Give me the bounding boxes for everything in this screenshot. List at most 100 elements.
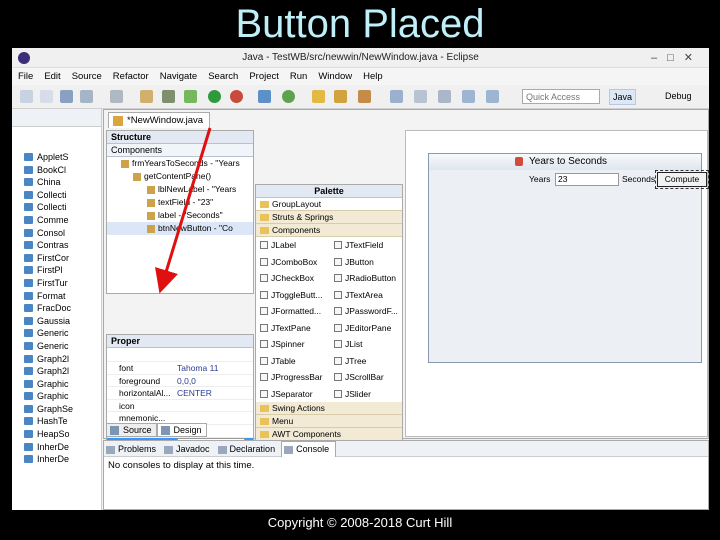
open-type-icon[interactable] xyxy=(140,90,153,103)
package-item[interactable]: HeapSo xyxy=(12,428,101,441)
package-item[interactable]: GraphSe xyxy=(12,403,101,416)
tree-node[interactable]: getContentPane() xyxy=(107,170,253,183)
menu-edit[interactable]: Edit xyxy=(38,68,65,82)
tab-problems[interactable]: Problems xyxy=(104,442,162,458)
design-canvas[interactable]: Years to Seconds Years 23 Seconds Comput… xyxy=(405,130,709,437)
menu-help[interactable]: Help xyxy=(357,68,388,82)
tree-node[interactable]: btnNewButton - "Co xyxy=(107,222,253,235)
perspective-java-button[interactable]: Java xyxy=(609,89,637,105)
years-label[interactable]: Years xyxy=(529,174,550,184)
menu-window[interactable]: Window xyxy=(312,68,357,82)
package-item[interactable]: Collecti xyxy=(12,201,101,214)
package-item[interactable]: AppletS xyxy=(12,151,101,164)
package-item[interactable]: FracDoc xyxy=(12,302,101,315)
package-item[interactable]: Graphic xyxy=(12,378,101,391)
package-item[interactable]: Consol xyxy=(12,227,101,240)
prev-annotation-icon[interactable] xyxy=(438,90,451,103)
print-icon[interactable] xyxy=(110,90,123,103)
new-icon[interactable] xyxy=(20,90,33,103)
menu-refactor[interactable]: Refactor xyxy=(107,68,154,82)
package-item[interactable]: China xyxy=(12,176,101,189)
save-icon[interactable] xyxy=(60,90,73,103)
palette-item[interactable]: JScrollBar xyxy=(334,372,384,382)
window-controls[interactable]: –□✕ xyxy=(651,51,703,64)
editor-tab[interactable]: *NewWindow.java xyxy=(108,112,211,128)
palette-category[interactable]: Struts & Springs xyxy=(256,211,402,224)
palette-item[interactable]: JTree xyxy=(334,356,366,366)
package-item[interactable]: Generic xyxy=(12,327,101,340)
package-item[interactable]: Generic xyxy=(12,340,101,353)
pencil-icon[interactable] xyxy=(334,90,347,103)
package-item[interactable]: FirstTur xyxy=(12,277,101,290)
search-icon[interactable] xyxy=(184,90,197,103)
package-item[interactable]: InherDe xyxy=(12,441,101,454)
pin-icon[interactable] xyxy=(390,90,403,103)
property-value[interactable]: CENTER xyxy=(177,387,245,399)
menu-source[interactable]: Source xyxy=(66,68,107,82)
save-all-icon[interactable] xyxy=(80,90,93,103)
package-item[interactable]: BookCl xyxy=(12,164,101,177)
menu-search[interactable]: Search xyxy=(202,68,243,82)
jframe-preview[interactable]: Years to Seconds Years 23 Seconds Comput… xyxy=(428,153,709,363)
debug-bug-icon[interactable] xyxy=(162,90,175,103)
perspective-debug-button[interactable]: Debug xyxy=(662,89,695,103)
next-annotation-icon[interactable] xyxy=(414,90,427,103)
palette-item[interactable]: JComboBox xyxy=(260,257,317,267)
new-java-project-icon[interactable] xyxy=(258,90,271,103)
menu-file[interactable]: File xyxy=(12,68,38,82)
property-row[interactable]: horizontalAl... CENTER xyxy=(107,387,253,400)
package-item[interactable]: Gaussia xyxy=(12,315,101,328)
package-item[interactable]: InherDe xyxy=(12,453,101,466)
years-text-field[interactable]: 23 xyxy=(555,173,619,186)
menu-navigate[interactable]: Navigate xyxy=(154,68,203,82)
menu-project[interactable]: Project xyxy=(243,68,284,82)
palette-category[interactable]: Components xyxy=(256,224,402,237)
palette-item[interactable]: JList xyxy=(334,339,362,349)
palette-item[interactable]: JTable xyxy=(260,356,296,366)
tree-node[interactable]: frmYearsToSeconds - "Years xyxy=(107,157,253,170)
palette-item[interactable]: JPasswordF... xyxy=(334,306,398,316)
seconds-label[interactable]: Seconds xyxy=(622,174,655,184)
palette-item[interactable]: JTextArea xyxy=(334,290,383,300)
back-icon[interactable] xyxy=(462,90,475,103)
compute-button[interactable]: Compute xyxy=(655,170,709,189)
palette-item[interactable]: JCheckBox xyxy=(260,273,314,283)
new-class-icon[interactable] xyxy=(282,90,295,103)
package-item[interactable]: Graph2l xyxy=(12,353,101,366)
tab-javadoc[interactable]: Javadoc xyxy=(162,442,216,458)
palette-category[interactable]: Swing Actions xyxy=(256,402,402,415)
palette-item[interactable]: JButton xyxy=(334,257,374,267)
forward-icon[interactable] xyxy=(486,90,499,103)
tree-node[interactable]: lblNewLabel - "Years xyxy=(107,183,253,196)
menu-run[interactable]: Run xyxy=(284,68,312,82)
quick-access-input[interactable]: Quick Access xyxy=(522,89,600,104)
property-value[interactable]: 0,0,0 xyxy=(177,375,245,387)
tab-source[interactable]: Source xyxy=(106,423,157,437)
palette-item[interactable]: JSlider xyxy=(334,389,371,399)
palette-item[interactable]: JSeparator xyxy=(260,389,313,399)
package-item[interactable]: FirstCor xyxy=(12,252,101,265)
palette-item[interactable]: JToggleButt... xyxy=(260,290,323,300)
edit-icon[interactable] xyxy=(358,90,371,103)
palette-item[interactable]: JRadioButton xyxy=(334,273,396,283)
package-item[interactable]: Graph2l xyxy=(12,365,101,378)
new-dropdown-icon[interactable] xyxy=(40,90,53,103)
palette-item[interactable]: JFormatted... xyxy=(260,306,321,316)
palette-category[interactable]: Menu xyxy=(256,415,402,428)
package-item[interactable]: FirstPl xyxy=(12,264,101,277)
palette-item[interactable]: JProgressBar xyxy=(260,372,323,382)
tab-design[interactable]: Design xyxy=(156,423,207,437)
palette-item[interactable]: JLabel xyxy=(260,240,296,250)
package-item[interactable]: Graphic xyxy=(12,390,101,403)
package-item[interactable]: Format xyxy=(12,290,101,303)
palette-item[interactable]: JTextField xyxy=(334,240,383,250)
property-value[interactable]: Tahoma 11 xyxy=(177,362,245,374)
open-folder-icon[interactable] xyxy=(312,90,325,103)
property-row[interactable]: font Tahoma 11 xyxy=(107,362,253,375)
package-item[interactable]: Collecti xyxy=(12,189,101,202)
run-icon[interactable] xyxy=(208,90,221,103)
palette-item[interactable]: JTextPane xyxy=(260,323,311,333)
palette-item[interactable]: JEditorPane xyxy=(334,323,391,333)
package-item[interactable]: HashTe xyxy=(12,415,101,428)
package-item[interactable]: Comme xyxy=(12,214,101,227)
